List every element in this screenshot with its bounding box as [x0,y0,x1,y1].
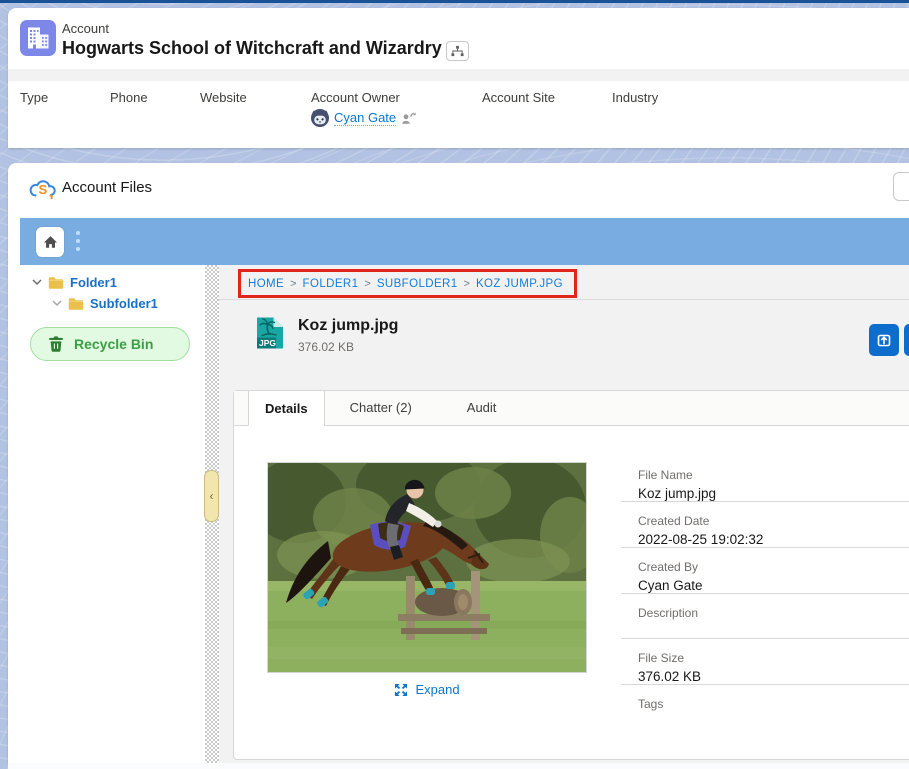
breadcrumb-bar: HOME > FOLDER1 > SUBFOLDER1 > KOZ JUMP.J… [219,265,909,300]
detail-value: 2022-08-25 19:02:32 [638,532,909,547]
account-files-card: S Account Files [8,163,909,763]
field-label-phone: Phone [110,90,148,105]
tree-item-subfolder1[interactable]: Subfolder1 [52,296,158,311]
salesforce-account-page: Account Hogwarts School of Witchcraft an… [0,0,909,769]
horse-jump-photo [268,463,586,672]
top-browser-strip [0,0,909,3]
hierarchy-icon [451,45,464,57]
breadcrumb-separator: > [364,278,370,290]
breadcrumb-home[interactable]: HOME [248,278,284,290]
folder-icon [48,276,64,289]
breadcrumb-separator: > [464,278,470,290]
detail-label: Created Date [638,514,909,528]
file-content-pane: HOME > FOLDER1 > SUBFOLDER1 > KOZ JUMP.J… [219,265,909,763]
building-icon [20,20,56,56]
file-header: JPG Koz jump.jpg 376.02 KB [219,300,909,389]
expand-link[interactable]: Expand [267,682,587,697]
field-label-account-site: Account Site [482,90,555,105]
detail-label: Created By [638,560,909,574]
breadcrumb-folder1[interactable]: FOLDER1 [303,278,359,290]
detail-label: File Size [638,651,909,665]
chevron-down-icon[interactable] [52,300,62,307]
card-action-button-partial[interactable] [893,172,909,201]
recycle-bin-button[interactable]: Recycle Bin [30,327,190,361]
breadcrumb-file[interactable]: KOZ JUMP.JPG [476,278,563,290]
tab-details[interactable]: Details [248,390,325,426]
collapse-chevron-icon: ‹ [210,489,214,503]
expand-label[interactable]: Expand [415,682,459,697]
account-object-icon [20,20,56,56]
owner-link[interactable]: Cyan Gate [334,110,396,126]
field-label-type: Type [20,90,48,105]
open-in-icon [876,332,892,348]
field-label-account-owner: Account Owner [311,90,400,105]
cloudfiles-app-icon: S [28,178,56,204]
change-owner-icon[interactable] [401,111,416,125]
home-icon [43,235,58,249]
folder-icon [68,297,84,310]
folder-tree-pane: Folder1 Subfolder1 Recycl [20,265,205,763]
svg-text:S: S [39,182,48,197]
tree-item-label[interactable]: Folder1 [70,275,117,290]
breadcrumb-subfolder1[interactable]: SUBFOLDER1 [377,278,458,290]
detail-row-created-date: Created Date 2022-08-25 19:02:32 [621,502,909,548]
detail-label: Tags [638,697,909,711]
detail-row-created-by: Created By Cyan Gate [621,548,909,594]
detail-value: Cyan Gate [638,578,909,593]
breadcrumb-separator: > [290,278,296,290]
header-divider-band [8,69,909,81]
recycle-bin-label[interactable]: Recycle Bin [74,336,153,352]
detail-value: Koz jump.jpg [638,486,909,501]
detail-label: Description [638,606,909,620]
field-label-website: Website [200,90,247,105]
tree-item-folder1[interactable]: Folder1 [32,275,117,290]
details-tab-panel: Expand File Name Koz jump.jpg Created Da… [234,426,909,759]
jpg-badge-label: JPG [259,338,276,348]
detail-label: File Name [638,468,909,482]
files-toolbar [20,218,909,265]
trash-icon [49,336,63,352]
view-hierarchy-button[interactable] [446,41,469,61]
user-avatar [311,109,329,127]
files-card-header: S Account Files [8,163,909,218]
file-size: 376.02 KB [298,340,354,354]
files-card-title: Account Files [62,179,152,196]
detail-row-file-size: File Size 376.02 KB [621,639,909,685]
annotation-red-box: HOME > FOLDER1 > SUBFOLDER1 > KOZ JUMP.J… [238,269,577,298]
breadcrumb: HOME > FOLDER1 > SUBFOLDER1 > KOZ JUMP.J… [248,278,563,290]
tab-chatter[interactable]: Chatter (2) [334,390,428,425]
collapse-handle[interactable]: ‹ [204,470,219,522]
pane-splitter[interactable]: ‹ [205,265,219,763]
field-label-industry: Industry [612,90,658,105]
open-file-button[interactable] [869,324,899,356]
account-owner-value: Cyan Gate [311,109,416,127]
file-details-list: File Name Koz jump.jpg Created Date 2022… [621,456,909,730]
detail-row-description: Description [621,594,909,639]
file-preview-image [267,462,587,673]
tab-strip: Details Chatter (2) Audit [234,391,909,426]
record-header-card: Account Hogwarts School of Witchcraft an… [8,8,909,148]
home-button[interactable] [36,227,64,257]
chevron-down-icon[interactable] [32,279,42,286]
expand-icon [394,683,408,697]
secondary-action-button-partial[interactable] [904,324,909,356]
toolbar-menu-button[interactable] [76,231,80,255]
detail-value: 376.02 KB [638,669,909,684]
tree-item-label[interactable]: Subfolder1 [90,296,158,311]
tab-audit[interactable]: Audit [451,390,513,425]
record-type-label: Account [62,21,109,36]
file-detail-panel: Details Chatter (2) Audit [233,390,909,760]
page-title: Hogwarts School of Witchcraft and Wizard… [62,38,442,59]
jpg-file-icon: JPG [255,316,285,355]
file-title: Koz jump.jpg [298,317,398,335]
detail-row-file-name: File Name Koz jump.jpg [621,456,909,502]
bottom-page-strip [8,763,909,769]
detail-row-tags: Tags [621,685,909,730]
